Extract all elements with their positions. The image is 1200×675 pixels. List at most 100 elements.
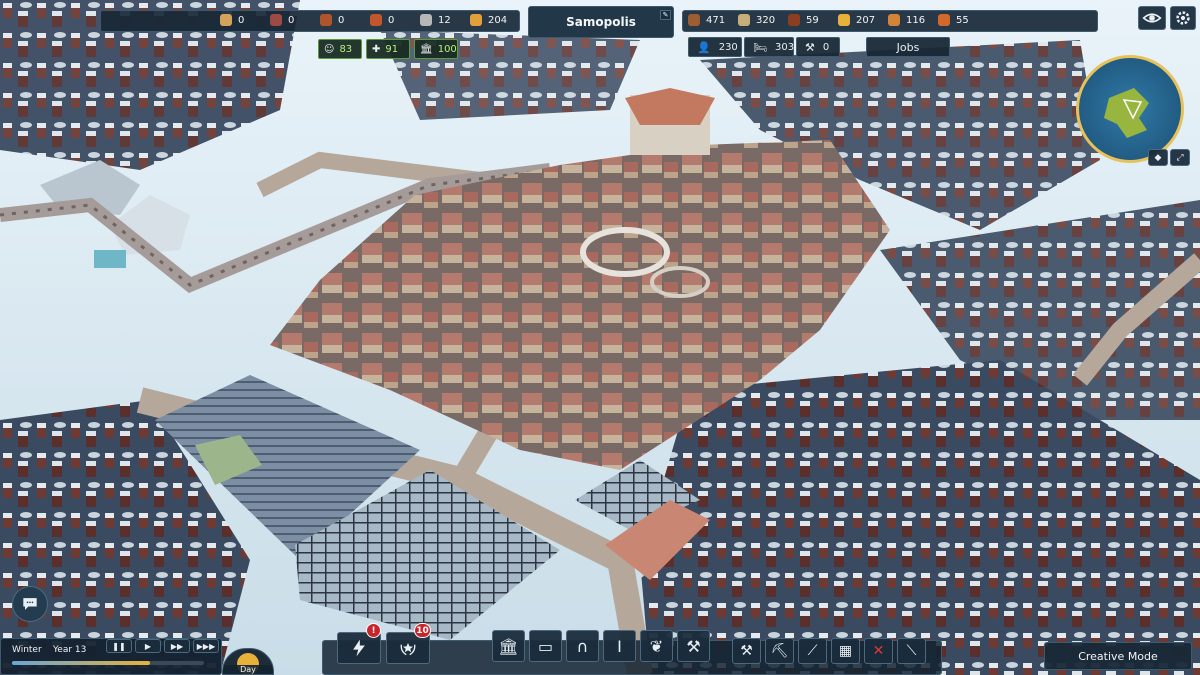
amphora-icon [220,14,232,26]
civic-stat[interactable]: 🏛 100 [414,39,458,59]
wood-icon [688,14,700,26]
right-resource-2[interactable]: 59 [788,14,819,26]
unemployed-value: 0 [822,41,830,53]
events-alert-badge: ! [366,623,381,638]
edit-icon[interactable]: ✎ [660,10,671,20]
bed-icon: 🛏 [753,40,767,54]
eye-icon [1142,13,1162,23]
fish-icon [370,14,382,26]
wall-icon: ▦ [838,643,853,659]
right-resource-3[interactable]: 207 [838,14,875,26]
column-icon: Ⅰ [617,636,622,656]
day-label: Day [223,665,273,674]
achievements-count-badge: 10 [414,623,431,638]
jobs-button[interactable]: Jobs [866,37,950,57]
creative-mode-button[interactable]: Creative Mode [1044,642,1192,670]
left-resource-5[interactable]: 204 [470,14,507,26]
wheat-icon [938,14,950,26]
build-farming-button[interactable]: ❦ [640,630,673,662]
tool-icon [420,14,432,26]
civic-icon: 🏛 [420,43,433,55]
resource-value: 12 [438,14,451,26]
resource-value: 116 [906,14,926,26]
gold-icon [838,14,850,26]
bread-icon [470,14,482,26]
fastest-button[interactable]: ▶▶▶ [193,639,219,653]
chat-button[interactable] [12,586,48,622]
meat-icon [320,14,332,26]
arch-icon: ∩ [576,636,589,656]
pipe-tool-button[interactable]: ⟍ [897,638,926,664]
health-stat[interactable]: ✚ 91 [366,39,410,59]
resource-value: 0 [288,14,295,26]
left-resource-0[interactable]: 0 [220,14,244,26]
play-button[interactable]: ▶ [135,639,161,653]
happiness-stat[interactable]: ☺ 83 [318,39,362,59]
housing-value: 303 [774,41,795,53]
minimap-expand-button[interactable]: ⤢ [1170,149,1190,166]
season-label: Winter [12,645,42,655]
left-resource-4[interactable]: 12 [420,14,451,26]
housing-counter[interactable]: 🛏 303 [744,37,794,57]
stat-value: 100 [437,43,457,55]
year-progress-fill [12,661,151,665]
wall-tool-button[interactable]: ▦ [831,638,860,664]
citizens-value: 230 [718,41,738,53]
resource-value: 204 [488,14,508,26]
jobs-label: Jobs [896,40,920,54]
road-tool-button[interactable]: ⟋ [798,638,827,664]
wheat-icon: ❦ [649,636,664,656]
settings-button[interactable] [1170,6,1196,30]
resource-value: 0 [238,14,245,26]
resource-value: 471 [706,14,726,26]
build-civic-button[interactable]: 🏛 [492,630,525,662]
right-resource-1[interactable]: 320 [738,14,775,26]
demolish-tool-button[interactable]: ⛏ [765,638,794,664]
fast-forward-button[interactable]: ▶▶ [164,639,190,653]
market-icon: ▭ [537,636,554,656]
left-resource-3[interactable]: 0 [370,14,394,26]
citizens-counter[interactable]: 👤 230 [688,37,742,57]
unemployed-icon: ⚒ [805,40,815,54]
minimap[interactable] [1076,55,1184,163]
resource-value: 320 [756,14,776,26]
build-commerce-button[interactable]: ▭ [529,630,562,662]
game-world-view[interactable] [0,0,1200,675]
lightning-icon [353,639,365,657]
grapes-icon [270,14,282,26]
demolish-icon: ⛏ [770,643,789,659]
resource-value: 0 [338,14,345,26]
right-resource-0[interactable]: 471 [688,14,725,26]
road-icon: ⟋ [807,643,818,659]
hammer-icon: ⚒ [686,636,701,656]
citizens-icon: 👤 [697,40,711,54]
build-tools-icon: ⚒ [740,643,753,659]
city-name-panel[interactable]: Samopolis [528,6,674,38]
build-monuments-button[interactable]: Ⅰ [603,630,636,662]
resource-value: 55 [956,14,969,26]
build-tools-tool-button[interactable]: ⚒ [732,638,761,664]
left-resource-1[interactable]: 0 [270,14,294,26]
visibility-toggle-button[interactable] [1138,6,1166,30]
stat-value: 91 [385,43,399,55]
build-industry-button[interactable]: ⚒ [677,630,710,662]
city-name: Samopolis [566,15,636,29]
stone-icon [738,14,750,26]
unemployed-counter[interactable]: ⚒ 0 [796,37,840,57]
speech-bubble-icon [23,598,37,610]
right-resource-4[interactable]: 116 [888,14,925,26]
pause-button[interactable]: ❚❚ [106,639,132,653]
temple-icon: 🏛 [498,636,519,656]
right-resource-5[interactable]: 55 [938,14,969,26]
build-infrastructure-button[interactable]: ∩ [566,630,599,662]
happiness-icon: ☺ [324,43,335,55]
left-resource-2[interactable]: 0 [320,14,344,26]
delete-icon: ✕ [872,643,885,659]
minimap-rotate-button[interactable]: ◆ [1148,149,1168,166]
year-progress-track [12,661,204,665]
laurel-star-icon [400,643,416,656]
resource-bar-left [100,10,520,32]
fur-icon [888,14,900,26]
delete-tool-button[interactable]: ✕ [864,638,893,664]
resource-value: 207 [856,14,876,26]
